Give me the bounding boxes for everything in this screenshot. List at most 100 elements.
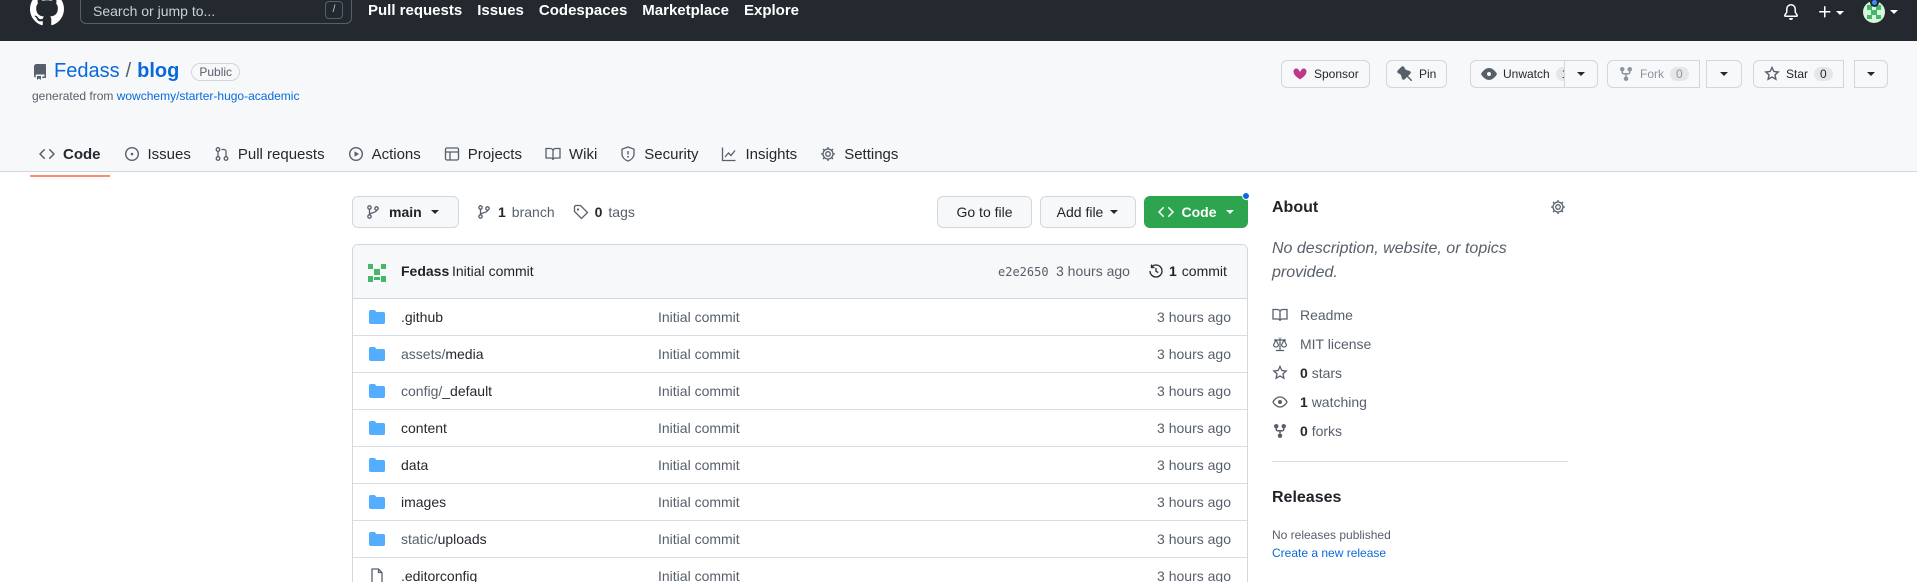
global-header: Search or jump to... / Pull requests Iss…	[0, 0, 1917, 41]
add-file-label: Add file	[1056, 204, 1104, 220]
tab-label: Security	[644, 145, 699, 163]
table-row[interactable]: static/uploads Initial commit 3 hours ag…	[353, 521, 1247, 558]
branch-name: main	[389, 204, 422, 220]
stars-link[interactable]: 0 stars	[1272, 358, 1371, 387]
commit-hash[interactable]: e2e2650	[998, 265, 1049, 279]
tab-pull-requests[interactable]: Pull requests	[205, 134, 334, 174]
file-name[interactable]: .github	[401, 309, 443, 325]
nav-codespaces[interactable]: Codespaces	[539, 2, 627, 19]
repo-owner-link[interactable]: Fedass	[54, 60, 120, 83]
fork-button[interactable]: Fork 0	[1607, 60, 1700, 88]
folder-icon	[369, 384, 385, 398]
table-row[interactable]: config/_default Initial commit 3 hours a…	[353, 373, 1247, 410]
tag-count: 0	[594, 204, 603, 220]
create-release-link[interactable]: Create a new release	[1272, 546, 1386, 560]
code-button[interactable]: Code	[1144, 196, 1248, 228]
about-description: No description, website, or topics provi…	[1272, 240, 1507, 281]
gear-icon[interactable]	[1550, 199, 1566, 215]
bell-icon[interactable]	[1783, 4, 1799, 20]
template-source-link[interactable]: wowchemy/starter-hugo-academic	[117, 89, 300, 103]
tab-issues[interactable]: Issues	[115, 134, 200, 174]
generated-from: generated from wowchemy/starter-hugo-aca…	[32, 89, 299, 103]
table-row[interactable]: assets/media Initial commit 3 hours ago	[353, 336, 1247, 373]
file-name[interactable]: assets/media	[401, 346, 484, 362]
readme-link[interactable]: Readme	[1272, 300, 1371, 329]
github-logo-icon[interactable]	[30, 0, 64, 26]
file-name[interactable]: config/_default	[401, 383, 492, 399]
table-row[interactable]: .editorconfig Initial commit 3 hours ago	[353, 558, 1247, 582]
global-nav: Pull requests Issues Codespaces Marketpl…	[368, 2, 814, 19]
file-commit-message[interactable]: Initial commit	[658, 531, 740, 547]
watch-dropdown-button[interactable]	[1564, 60, 1598, 88]
file-commit-message[interactable]: Initial commit	[658, 420, 740, 436]
gear-icon	[821, 147, 836, 161]
plus-dropdown-icon[interactable]	[1817, 4, 1845, 20]
add-file-button[interactable]: Add file	[1040, 196, 1136, 228]
file-commit-message[interactable]: Initial commit	[658, 383, 740, 399]
tab-code[interactable]: Code	[30, 134, 110, 177]
tab-security[interactable]: Security	[611, 134, 707, 174]
table-row[interactable]: .github Initial commit 3 hours ago	[353, 299, 1247, 336]
fork-dropdown-button[interactable]	[1706, 60, 1742, 88]
license-link[interactable]: MIT license	[1272, 329, 1371, 358]
folder-icon	[369, 421, 385, 435]
about-item-label: forks	[1311, 422, 1343, 439]
nav-pull-requests[interactable]: Pull requests	[368, 2, 462, 19]
commit-message[interactable]: Initial commit	[452, 263, 534, 279]
tab-label: Issues	[147, 145, 191, 163]
fork-count: 0	[1670, 67, 1689, 81]
commit-author[interactable]: Fedass	[401, 263, 449, 279]
forks-link[interactable]: 0 forks	[1272, 416, 1371, 445]
pin-button[interactable]: Pin	[1386, 60, 1448, 88]
chevron-down-icon	[1867, 72, 1875, 76]
watchers-link[interactable]: 1 watching	[1272, 387, 1371, 416]
tab-wiki[interactable]: Wiki	[536, 134, 606, 174]
commit-history-link[interactable]: 1 commit	[1148, 263, 1227, 279]
search-placeholder: Search or jump to...	[93, 3, 216, 19]
tab-label: Actions	[371, 145, 421, 163]
file-name[interactable]: .editorconfig	[401, 568, 477, 582]
tab-settings[interactable]: Settings	[811, 134, 907, 174]
branch-selector[interactable]: main	[352, 196, 459, 228]
tab-projects[interactable]: Projects	[435, 134, 531, 174]
sponsor-button[interactable]: Sponsor	[1281, 60, 1370, 88]
pin-label: Pin	[1419, 67, 1437, 81]
nav-explore[interactable]: Explore	[744, 2, 799, 19]
go-to-file-button[interactable]: Go to file	[937, 196, 1032, 228]
file-name[interactable]: content	[401, 420, 447, 436]
eye-icon	[1272, 395, 1288, 408]
fork-icon	[1274, 423, 1286, 438]
nav-issues[interactable]: Issues	[477, 2, 524, 19]
table-row[interactable]: images Initial commit 3 hours ago	[353, 484, 1247, 521]
file-icon	[371, 568, 383, 582]
file-name[interactable]: data	[401, 457, 428, 473]
star-dropdown-button[interactable]	[1854, 60, 1888, 88]
file-commit-message[interactable]: Initial commit	[658, 457, 740, 473]
nav-marketplace[interactable]: Marketplace	[642, 2, 729, 19]
table-row[interactable]: data Initial commit 3 hours ago	[353, 447, 1247, 484]
tags-link[interactable]: 0 tags	[573, 204, 635, 220]
file-commit-message[interactable]: Initial commit	[658, 568, 740, 582]
star-icon	[1764, 66, 1780, 81]
search-input[interactable]: Search or jump to... /	[80, 0, 352, 24]
repo-name-link[interactable]: blog	[137, 60, 179, 83]
tab-insights[interactable]: Insights	[712, 134, 806, 174]
tab-actions[interactable]: Actions	[339, 134, 430, 174]
branch-count: 1	[498, 204, 506, 220]
branches-link[interactable]: 1 branch	[476, 204, 555, 220]
file-name[interactable]: images	[401, 494, 446, 510]
branch-label: branch	[511, 204, 555, 220]
star-button[interactable]: Star 0	[1753, 60, 1844, 88]
file-name-sub: _default	[442, 383, 493, 399]
file-name-text: config/	[401, 383, 443, 399]
avatar[interactable]	[367, 263, 387, 283]
file-commit-message[interactable]: Initial commit	[658, 309, 740, 325]
file-commit-message[interactable]: Initial commit	[658, 494, 740, 510]
file-commit-message[interactable]: Initial commit	[658, 346, 740, 362]
tab-label: Code	[63, 145, 101, 163]
file-name[interactable]: static/uploads	[401, 531, 487, 547]
user-menu[interactable]	[1863, 1, 1899, 23]
table-row[interactable]: content Initial commit 3 hours ago	[353, 410, 1247, 447]
releases-heading[interactable]: Releases	[1272, 489, 1341, 507]
tab-label: Projects	[467, 145, 522, 163]
